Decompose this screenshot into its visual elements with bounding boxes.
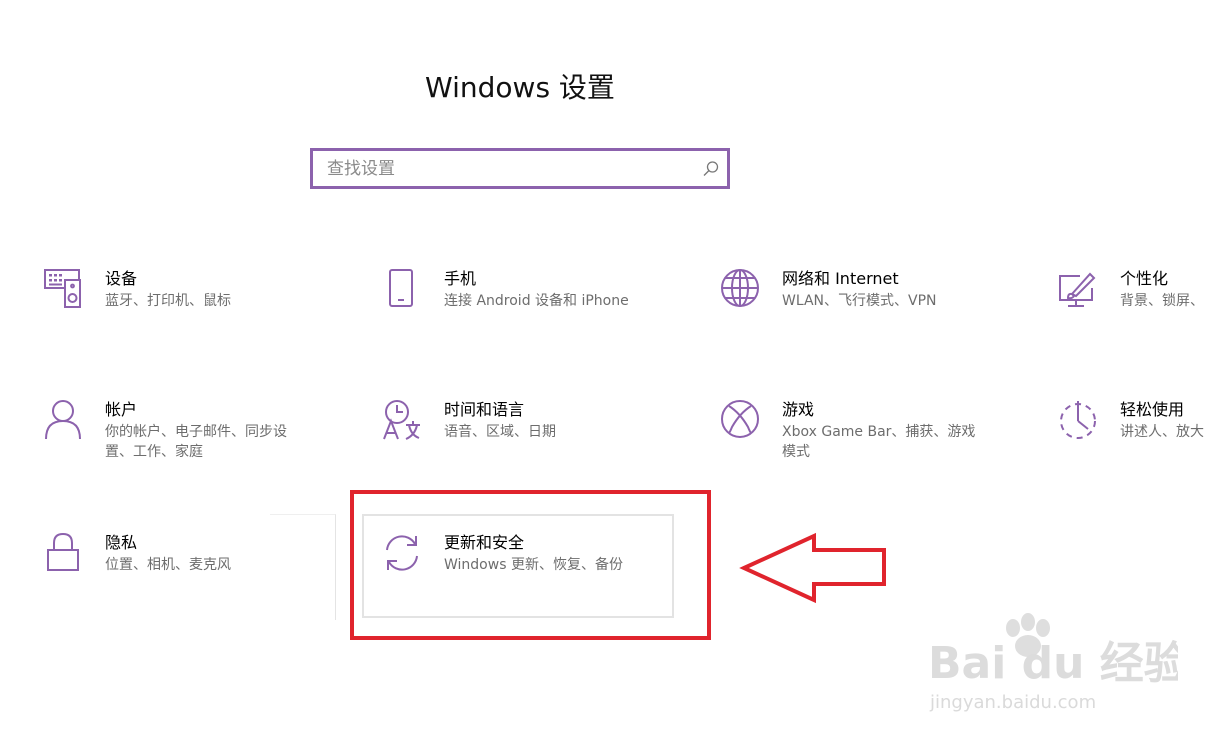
tile-subtitle: 位置、相机、麦克风 <box>105 557 231 573</box>
tile-personalization[interactable]: 个性化 背景、锁屏、 <box>1058 268 1211 348</box>
tile-title: 设备 <box>105 269 138 288</box>
tile-title: 手机 <box>444 269 477 288</box>
phone-icon <box>389 269 413 307</box>
tile-network[interactable]: 网络和 Internet WLAN、飞行模式、VPN <box>720 268 1020 348</box>
tile-border <box>270 514 336 620</box>
arrow-left-icon <box>739 532 886 604</box>
page-title: Windows 设置 <box>425 71 615 104</box>
tile-title: 轻松使用 <box>1120 400 1185 419</box>
tile-subtitle: Xbox Game Bar、捕获、游戏 <box>782 424 976 440</box>
devices-icon <box>44 269 81 308</box>
tile-time-language[interactable]: 时间和语言 语音、区域、日期 <box>382 399 682 479</box>
watermark-logo-text: Bai du 经验 <box>928 638 1178 689</box>
tile-subtitle: 连接 Android 设备和 iPhone <box>444 293 629 309</box>
tile-title: 时间和语言 <box>444 400 525 419</box>
search-icon[interactable] <box>701 159 721 179</box>
tile-subtitle: 语音、区域、日期 <box>444 424 556 440</box>
tile-subtitle: 讲述人、放大 <box>1120 424 1204 440</box>
time-language-icon <box>383 400 420 440</box>
tile-subtitle: 置、工作、家庭 <box>105 444 203 460</box>
tile-subtitle: 你的帐户、电子邮件、同步设 <box>105 424 287 440</box>
tile-ease-of-access[interactable]: 轻松使用 讲述人、放大 <box>1058 399 1211 479</box>
ease-of-access-icon <box>1060 401 1096 439</box>
search-box[interactable] <box>310 148 730 189</box>
baidu-watermark: Bai du 经验 jingyan.baidu.com <box>928 613 1178 713</box>
lock-icon <box>47 532 79 571</box>
tile-subtitle: 背景、锁屏、 <box>1120 293 1204 309</box>
tile-subtitle: 模式 <box>782 444 810 460</box>
tile-title: 个性化 <box>1120 269 1169 288</box>
tile-title: 游戏 <box>782 400 815 419</box>
tile-gaming[interactable]: 游戏 Xbox Game Bar、捕获、游戏 模式 <box>720 399 1020 479</box>
tile-subtitle: 蓝牙、打印机、鼠标 <box>105 293 231 309</box>
personalization-icon <box>1059 272 1096 307</box>
tile-title: 网络和 Internet <box>782 269 899 288</box>
tile-subtitle: WLAN、飞行模式、VPN <box>782 293 937 309</box>
tile-devices[interactable]: 设备 蓝牙、打印机、鼠标 <box>43 268 333 348</box>
tile-title: 隐私 <box>105 533 138 552</box>
tile-phone[interactable]: 手机 连接 Android 设备和 iPhone <box>382 268 682 348</box>
tile-accounts[interactable]: 帐户 你的帐户、电子邮件、同步设 置、工作、家庭 <box>43 399 333 479</box>
highlight-box <box>350 490 711 640</box>
watermark-url: jingyan.baidu.com <box>929 692 1096 713</box>
search-input[interactable] <box>313 151 693 186</box>
globe-icon <box>721 269 759 307</box>
tile-privacy[interactable]: 隐私 位置、相机、麦克风 <box>43 532 273 612</box>
xbox-icon <box>721 400 759 438</box>
tile-title: 帐户 <box>105 400 138 419</box>
person-icon <box>45 400 81 440</box>
